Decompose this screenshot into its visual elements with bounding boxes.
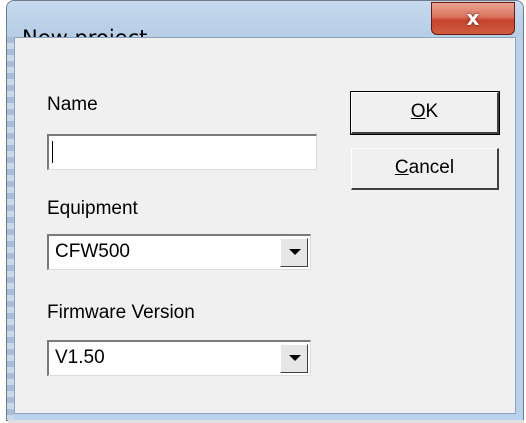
equipment-dropdown-button[interactable] <box>280 238 308 267</box>
equipment-selected-value: CFW500 <box>55 241 130 262</box>
ok-accelerator: O <box>410 101 426 122</box>
firmware-selected-value: V1.50 <box>55 347 105 368</box>
close-icon: x <box>466 6 480 30</box>
chevron-down-icon <box>289 355 301 361</box>
name-input[interactable] <box>47 134 317 170</box>
close-button[interactable]: x <box>431 2 515 35</box>
chevron-down-icon <box>289 249 301 255</box>
window-left-border <box>7 37 14 420</box>
firmware-dropdown-button[interactable] <box>280 344 308 373</box>
text-caret <box>52 141 53 163</box>
equipment-label: Equipment <box>47 198 138 219</box>
cancel-accelerator: C <box>394 157 409 178</box>
cancel-button[interactable]: Cancel <box>351 148 499 190</box>
equipment-select[interactable]: CFW500 <box>47 234 311 270</box>
cancel-label-rest: ancel <box>408 157 455 178</box>
ok-label-rest: K <box>425 101 439 122</box>
name-label: Name <box>47 94 98 115</box>
dialog-body: Name Equipment CFW500 Firmware Version V… <box>14 37 516 414</box>
title-bar[interactable]: New project x <box>7 1 523 50</box>
firmware-version-label: Firmware Version <box>47 302 195 323</box>
ok-button[interactable]: OK <box>350 91 500 135</box>
firmware-version-select[interactable]: V1.50 <box>47 340 311 376</box>
new-project-dialog: New project x Name Equipment CFW500 Firm… <box>6 0 524 421</box>
